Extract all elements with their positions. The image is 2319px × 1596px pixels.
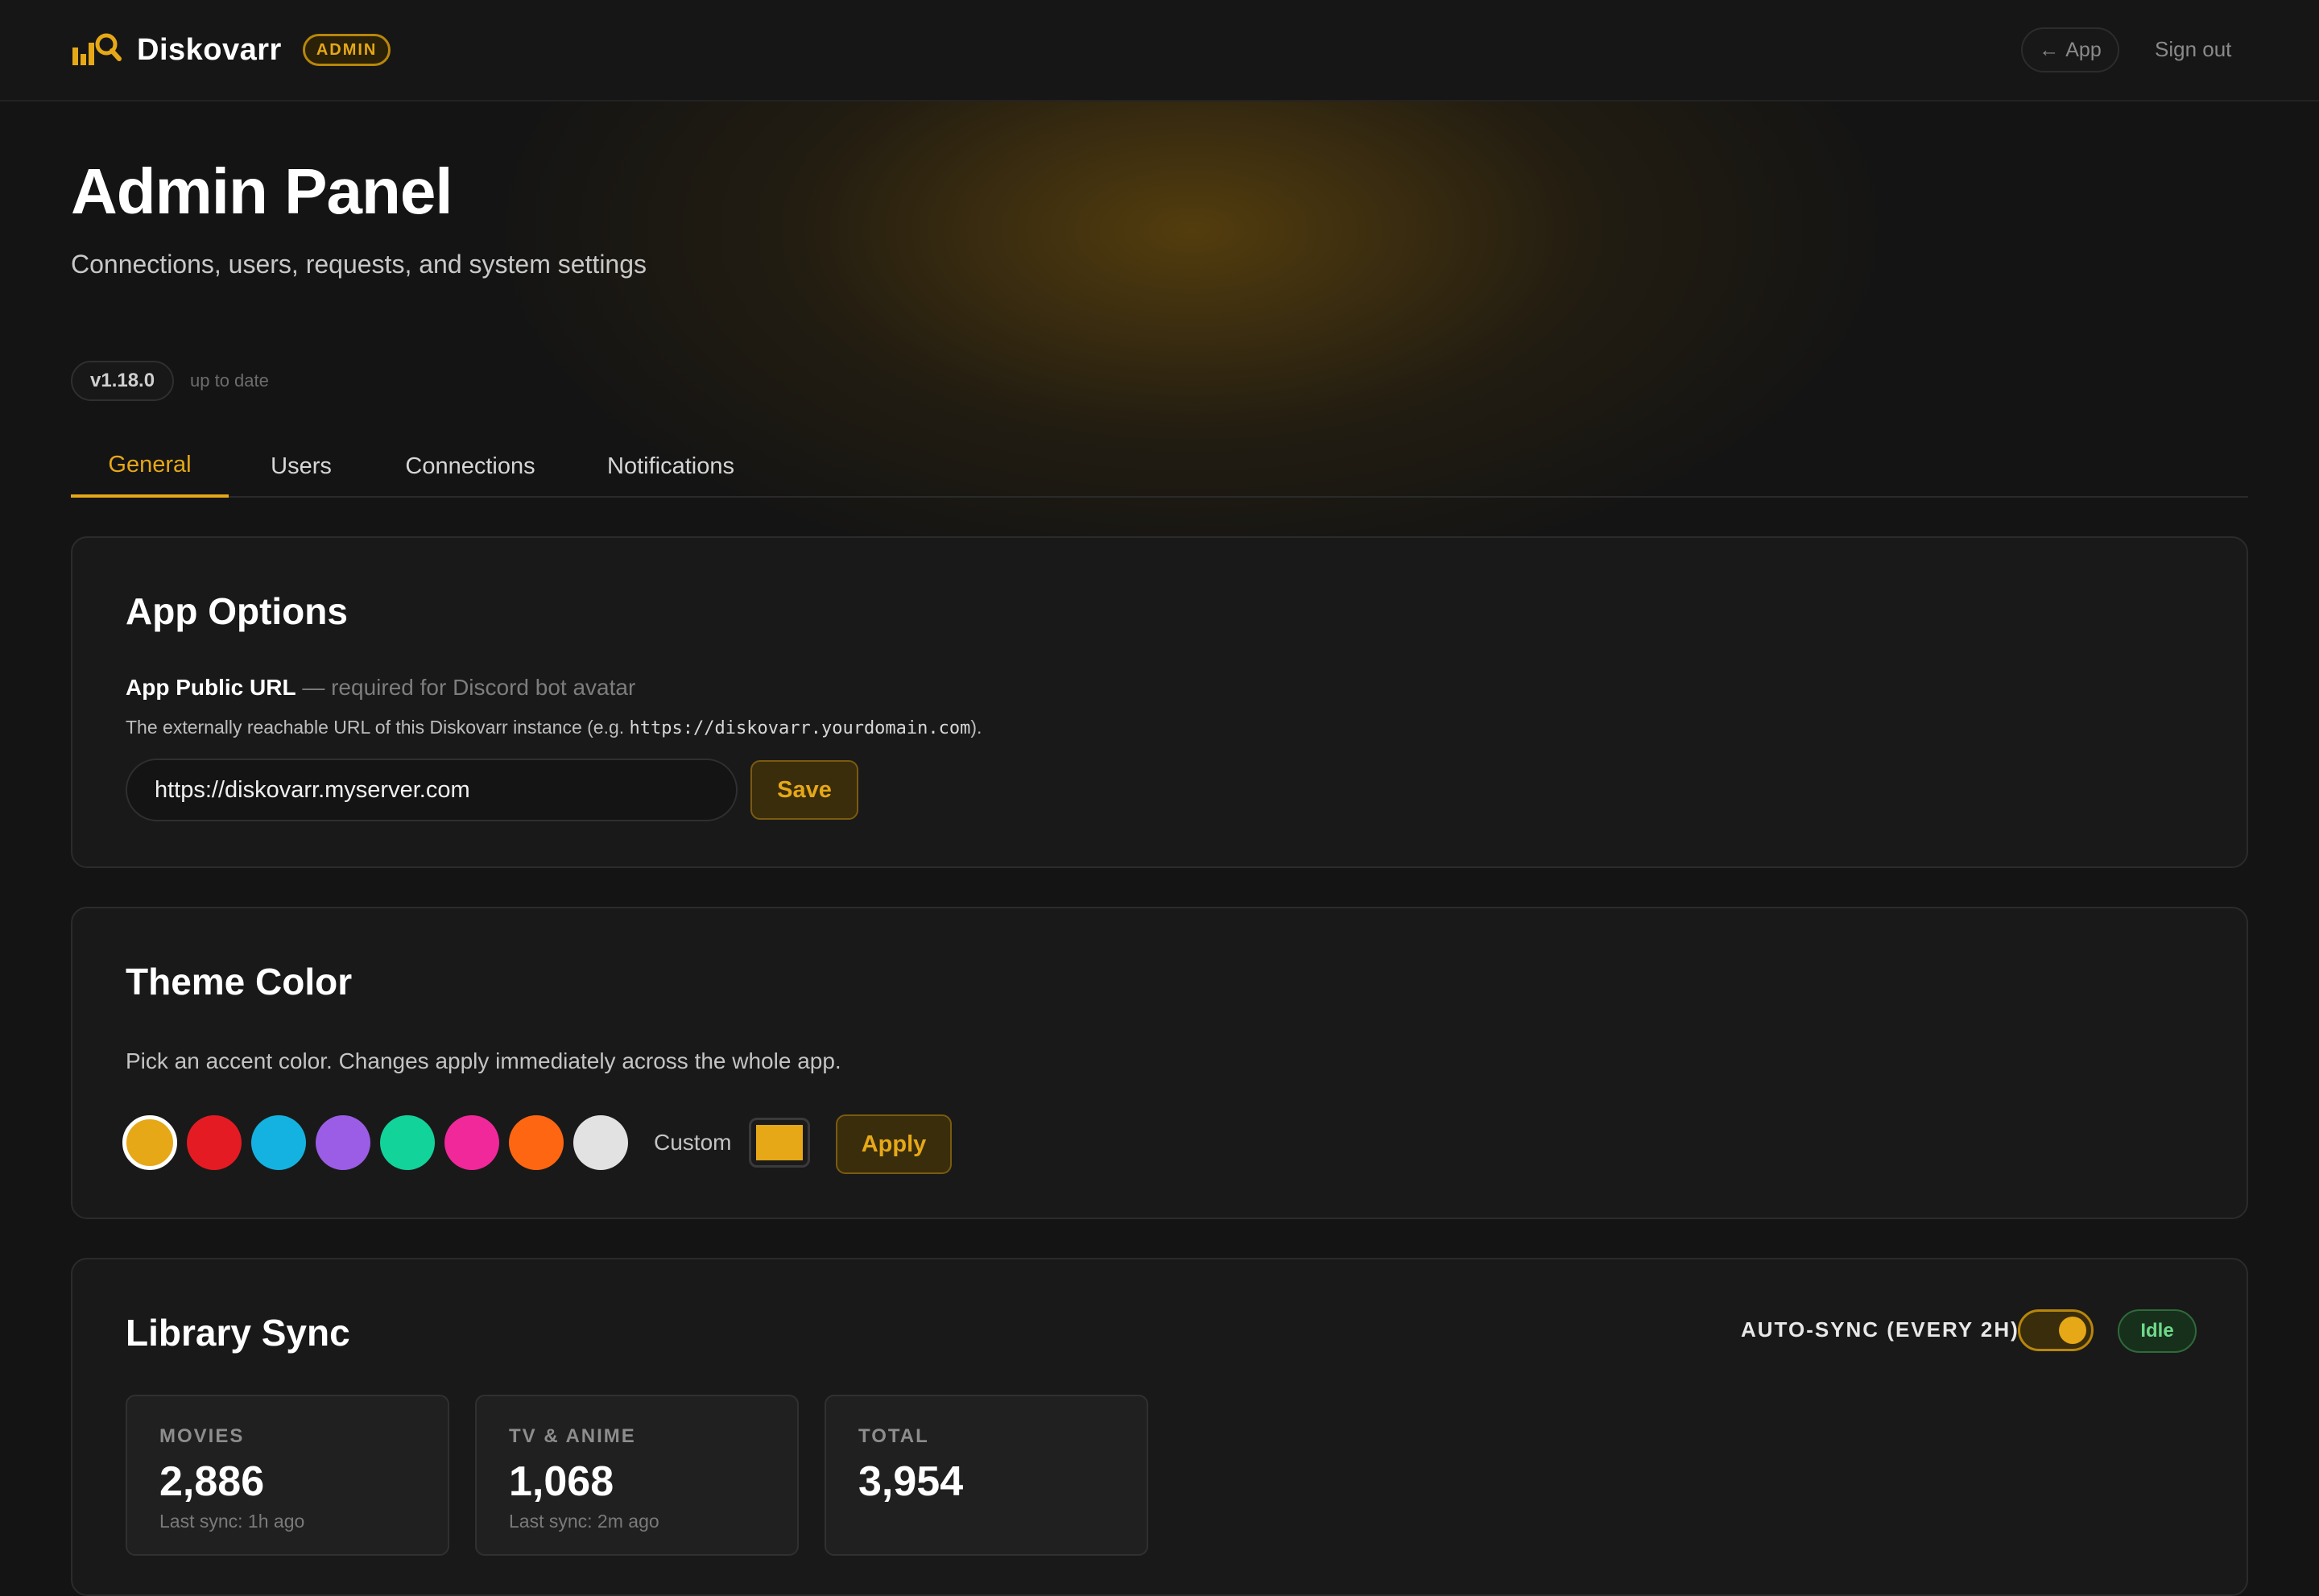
public-url-example: https://diskovarr.yourdomain.com xyxy=(629,718,971,738)
color-swatch[interactable] xyxy=(573,1115,628,1170)
stat-value: 1,068 xyxy=(509,1458,614,1505)
stat-last-sync: Last sync: 2m ago xyxy=(509,1511,659,1532)
color-swatch[interactable] xyxy=(251,1115,306,1170)
color-swatch[interactable] xyxy=(316,1115,370,1170)
public-url-input[interactable] xyxy=(126,759,738,821)
stat-value: 3,954 xyxy=(858,1458,964,1505)
color-swatches: Custom xyxy=(122,1113,811,1172)
theme-color-card: Theme Color Pick an accent color. Change… xyxy=(71,907,2248,1219)
library-sync-title: Library Sync xyxy=(126,1312,350,1354)
auto-sync-toggle[interactable] xyxy=(2018,1309,2094,1351)
public-url-hint: — required for Discord bot avatar xyxy=(302,675,636,700)
save-button[interactable]: Save xyxy=(750,760,858,820)
stat-tv-anime: TV & ANIME 1,068 Last sync: 2m ago xyxy=(475,1395,799,1556)
custom-color-picker[interactable] xyxy=(749,1118,811,1168)
theme-color-title: Theme Color xyxy=(126,961,353,1003)
app-options-card: App Options App Public URL — required fo… xyxy=(71,536,2248,868)
app-options-title: App Options xyxy=(126,590,348,632)
apply-button[interactable]: Apply xyxy=(836,1114,952,1174)
stat-last-sync: Last sync: 1h ago xyxy=(159,1511,305,1532)
public-url-desc-after: ). xyxy=(970,717,982,738)
public-url-label: App Public URL — required for Discord bo… xyxy=(126,675,635,701)
color-swatch[interactable] xyxy=(122,1115,177,1170)
stat-label: MOVIES xyxy=(159,1425,245,1447)
color-swatch[interactable] xyxy=(444,1115,499,1170)
library-sync-card: Library Sync AUTO-SYNC (EVERY 2H) Idle M… xyxy=(71,1258,2248,1596)
sign-out-link[interactable]: Sign out xyxy=(2155,37,2231,62)
app-name: Diskovarr xyxy=(137,32,282,67)
page-subtitle: Connections, users, requests, and system… xyxy=(71,250,647,279)
admin-badge: ADMIN xyxy=(302,34,391,66)
tab-general[interactable]: General xyxy=(71,435,229,498)
logo-icon xyxy=(72,33,122,65)
stat-movies: MOVIES 2,886 Last sync: 1h ago xyxy=(126,1395,449,1556)
sync-status-badge: Idle xyxy=(2118,1309,2197,1353)
back-to-app-label: App xyxy=(2065,38,2102,61)
auto-sync-label: AUTO-SYNC (EVERY 2H) xyxy=(1741,1317,2019,1342)
color-swatch[interactable] xyxy=(187,1115,242,1170)
stat-label: TV & ANIME xyxy=(509,1425,636,1447)
brand[interactable]: Diskovarr ADMIN xyxy=(71,24,391,76)
page-title: Admin Panel xyxy=(71,155,453,227)
version-badge: v1.18.0 xyxy=(71,361,175,401)
admin-tabs: General Users Connections Notifications xyxy=(71,435,2248,498)
top-bar: Diskovarr ADMIN ← App Sign out xyxy=(0,0,2319,101)
custom-color-preview xyxy=(756,1125,804,1160)
stat-label: TOTAL xyxy=(858,1425,929,1447)
custom-color-label: Custom xyxy=(654,1130,732,1155)
version-status: up to date xyxy=(190,370,269,391)
stat-total: TOTAL 3,954 xyxy=(825,1395,1148,1556)
stat-value: 2,886 xyxy=(159,1458,265,1505)
tab-connections[interactable]: Connections xyxy=(374,435,567,498)
color-swatch[interactable] xyxy=(509,1115,564,1170)
arrow-left-icon: ← xyxy=(2039,38,2060,61)
color-swatch[interactable] xyxy=(380,1115,435,1170)
public-url-label-text: App Public URL xyxy=(126,675,296,700)
public-url-description: The externally reachable URL of this Dis… xyxy=(126,717,982,738)
tab-notifications[interactable]: Notifications xyxy=(567,435,775,498)
tab-users[interactable]: Users xyxy=(229,435,374,498)
toggle-knob xyxy=(2059,1317,2086,1344)
theme-color-description: Pick an accent color. Changes apply imme… xyxy=(126,1048,841,1073)
public-url-desc-before: The externally reachable URL of this Dis… xyxy=(126,717,630,738)
back-to-app-button[interactable]: ← App xyxy=(2021,27,2119,72)
